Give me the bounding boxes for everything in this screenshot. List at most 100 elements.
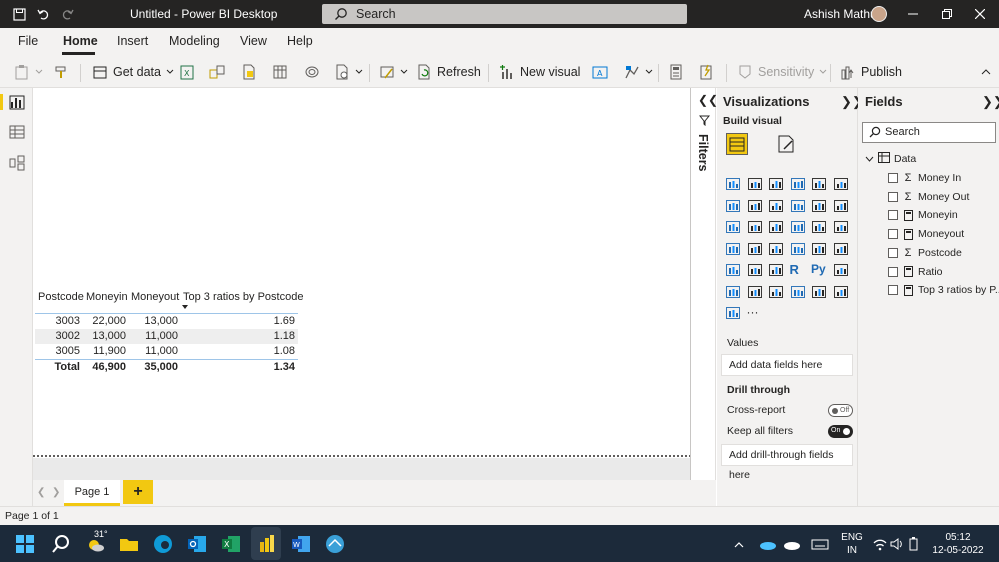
100-column-icon[interactable] xyxy=(833,176,849,192)
field-item[interactable]: Moneyout xyxy=(888,228,964,240)
fields-search-input[interactable]: Search xyxy=(862,122,996,143)
clustered-bar-icon[interactable] xyxy=(768,176,784,192)
collapse-chevrons-icon[interactable]: ❯❯ xyxy=(982,94,999,110)
paste-button[interactable] xyxy=(14,63,43,81)
table-row[interactable]: 3003 22,000 13,000 1.69 xyxy=(35,314,298,329)
publish-button[interactable]: Publish xyxy=(840,63,902,81)
volume-icon[interactable] xyxy=(890,533,904,555)
quick-measure-button[interactable] xyxy=(698,63,714,81)
scatter-icon[interactable] xyxy=(768,219,784,235)
decomposition-tree-icon[interactable] xyxy=(725,284,741,300)
close-icon[interactable] xyxy=(971,5,989,23)
cross-report-toggle[interactable]: Off xyxy=(828,404,853,417)
stacked-bar-icon[interactable] xyxy=(725,176,741,192)
tab-view[interactable]: View xyxy=(240,34,267,48)
global-search-box[interactable]: Search xyxy=(322,4,687,24)
field-item[interactable]: Top 3 ratios by P... xyxy=(888,284,999,296)
field-checkbox[interactable] xyxy=(888,229,898,240)
field-item[interactable]: Ratio xyxy=(888,266,943,278)
power-bi-icon[interactable] xyxy=(255,533,277,555)
data-view-icon[interactable] xyxy=(9,124,25,140)
field-checkbox[interactable] xyxy=(888,173,898,183)
page-tab[interactable]: Page 1 xyxy=(64,480,120,506)
outlook-icon[interactable] xyxy=(186,533,208,555)
map-icon[interactable] xyxy=(725,241,741,257)
collapse-ribbon-button[interactable] xyxy=(978,63,994,81)
save-icon[interactable] xyxy=(11,6,27,22)
clock-time[interactable]: 05:12 xyxy=(928,532,988,543)
kpi-icon[interactable] xyxy=(833,241,849,257)
100-bar-icon[interactable] xyxy=(811,176,827,192)
clustered-column-icon[interactable] xyxy=(790,176,806,192)
recent-sources-button[interactable] xyxy=(334,63,363,81)
tab-modeling[interactable]: Modeling xyxy=(169,34,220,48)
values-field-well[interactable]: Add data fields here xyxy=(721,354,853,376)
field-item[interactable]: Σ Money In xyxy=(888,172,961,184)
field-item[interactable]: Σ Postcode xyxy=(888,247,962,259)
tab-help[interactable]: Help xyxy=(287,34,313,48)
report-canvas[interactable] xyxy=(33,88,691,458)
total-row[interactable]: Total 46,900 35,000 1.34 xyxy=(35,360,298,375)
treemap-icon[interactable] xyxy=(833,219,849,235)
model-view-icon[interactable] xyxy=(9,155,25,171)
cloud-icon[interactable] xyxy=(781,533,803,555)
power-apps-icon[interactable] xyxy=(811,284,827,300)
table-visual-icon[interactable] xyxy=(747,262,763,278)
filters-pane-collapsed[interactable]: ❮❮ Filters xyxy=(691,88,718,480)
table-row[interactable]: 3005 11,900 11,000 1.08 xyxy=(35,344,298,359)
expand-chevrons-icon[interactable]: ❮❮ xyxy=(698,93,718,107)
word-icon[interactable]: W xyxy=(290,533,312,555)
field-checkbox[interactable] xyxy=(888,247,898,258)
gauge-icon[interactable] xyxy=(768,241,784,257)
tab-home[interactable]: Home xyxy=(63,34,98,48)
pie-chart-icon[interactable] xyxy=(790,219,806,235)
qa-icon[interactable] xyxy=(747,284,763,300)
region[interactable]: IN xyxy=(838,545,866,556)
field-checkbox[interactable] xyxy=(888,210,898,221)
chevron-up-icon[interactable] xyxy=(733,533,747,555)
paginated-report-icon[interactable] xyxy=(790,284,806,300)
drill-through-field-well[interactable]: Add drill-through fields here xyxy=(721,444,853,481)
redo-icon[interactable] xyxy=(59,6,75,22)
column-header-moneyout[interactable]: Moneyout xyxy=(131,291,179,303)
more-visuals-button[interactable] xyxy=(624,63,653,81)
waterfall-icon[interactable] xyxy=(725,219,741,235)
tab-insert[interactable]: Insert xyxy=(117,34,148,48)
refresh-button[interactable]: Refresh xyxy=(416,63,481,81)
stacked-column-icon[interactable] xyxy=(747,176,763,192)
field-checkbox[interactable] xyxy=(888,266,898,277)
table-node-data[interactable]: Data xyxy=(865,152,916,166)
minimize-icon[interactable] xyxy=(904,5,922,23)
smart-narrative-icon[interactable] xyxy=(768,284,784,300)
add-page-button[interactable]: + xyxy=(123,480,153,504)
format-visual-tab-icon[interactable] xyxy=(775,133,797,155)
slicer-icon[interactable] xyxy=(725,262,741,278)
keep-all-filters-toggle[interactable]: On xyxy=(828,425,853,438)
onedrive-icon[interactable] xyxy=(757,533,779,555)
donut-chart-icon[interactable] xyxy=(811,219,827,235)
field-checkbox[interactable] xyxy=(888,191,898,202)
wifi-icon[interactable] xyxy=(872,533,888,555)
multi-row-card-icon[interactable] xyxy=(811,241,827,257)
file-explorer-icon[interactable] xyxy=(118,533,140,555)
user-name[interactable]: Ashish Mathur xyxy=(804,7,881,21)
browser-app-icon[interactable] xyxy=(324,533,346,555)
avatar[interactable] xyxy=(871,6,887,22)
ellipsis-icon[interactable]: ··· xyxy=(747,305,763,321)
line-column-icon[interactable] xyxy=(790,198,806,214)
report-view-icon[interactable] xyxy=(9,94,25,110)
search-icon[interactable] xyxy=(50,533,72,555)
get-data-button[interactable]: Get data xyxy=(92,63,174,81)
key-influencers-icon[interactable] xyxy=(833,262,849,278)
table-row[interactable]: 3002 13,000 11,000 1.18 xyxy=(35,329,298,344)
line-clustered-column-icon[interactable] xyxy=(811,198,827,214)
new-visual-button[interactable]: New visual xyxy=(499,63,580,81)
python-visual-icon[interactable]: Py xyxy=(811,262,827,278)
column-header-postcode[interactable]: Postcode xyxy=(38,291,84,303)
restore-icon[interactable] xyxy=(938,5,956,23)
clock-date[interactable]: 12-05-2022 xyxy=(928,545,988,556)
matrix-icon[interactable] xyxy=(768,262,784,278)
format-painter-button[interactable] xyxy=(53,63,69,81)
field-checkbox[interactable] xyxy=(888,285,898,296)
excel-app-icon[interactable]: X xyxy=(220,533,242,555)
